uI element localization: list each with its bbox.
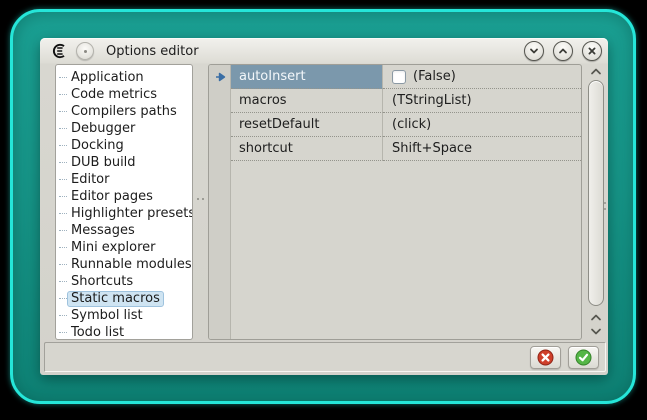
property-value[interactable]: (TStringList) [383,89,581,113]
sidebar-item-editor[interactable]: Editor [56,171,192,188]
cancel-button[interactable] [530,346,561,369]
close-button[interactable] [582,41,602,61]
scroll-up-button[interactable] [586,64,606,78]
sidebar-item-editor-pages[interactable]: Editor pages [56,188,192,205]
property-row-shortcut[interactable]: shortcut Shift+Space [209,137,581,161]
sidebar-item-label: Symbol list [71,307,143,324]
sidebar-item-dub-build[interactable]: DUB build [56,154,192,171]
sidebar-item-docking[interactable]: Docking [56,137,192,154]
property-value[interactable]: Shift+Space [383,137,581,161]
scroll-down-button[interactable] [586,324,606,338]
sidebar-item-debugger[interactable]: Debugger [56,120,192,137]
splitter-handle[interactable] [194,64,207,340]
chevron-up-icon [590,313,602,322]
coedit-logo-icon [50,42,68,60]
chevron-up-icon [557,45,569,57]
property-value-text: (False) [413,69,456,84]
row-gutter-cell [209,89,231,113]
sidebar-item-code-metrics[interactable]: Code metrics [56,86,192,103]
property-name[interactable]: resetDefault [231,113,383,137]
selected-row-arrow-icon [215,72,226,82]
sidebar-item-label: Debugger [71,120,135,137]
sidebar-item-todo-list[interactable]: Todo list [56,324,192,340]
options-editor-window: Options editor Application Code metrics … [40,38,608,375]
property-name[interactable]: autoInsert [231,65,383,89]
sidebar-item-label: DUB build [71,154,136,171]
sidebar-item-highlighter-presets[interactable]: Highlighter presets [56,205,192,222]
property-grid: autoInsert (False) macros (TStringList) … [208,64,582,340]
category-list: Application Code metrics Compilers paths… [55,64,193,340]
row-gutter-cell [209,137,231,161]
property-row-resetdefault[interactable]: resetDefault (click) [209,113,581,137]
sidebar-item-shortcuts[interactable]: Shortcuts [56,273,192,290]
sidebar-item-label: Mini explorer [71,239,156,256]
sidebar-item-label: Static macros [67,291,164,307]
property-value-text: Shift+Space [392,141,472,156]
sidebar-item-label: Application [71,69,144,86]
sidebar-item-application[interactable]: Application [56,69,192,86]
property-row-autoinsert[interactable]: autoInsert (False) [209,65,581,89]
row-gutter-cell [209,65,231,89]
sidebar-item-label: Highlighter presets [71,205,193,222]
property-name[interactable]: macros [231,89,383,113]
desktop-background: Options editor Application Code metrics … [0,0,647,420]
chevron-down-icon [590,327,602,336]
property-value[interactable]: (False) [383,65,581,89]
property-value[interactable]: (click) [383,113,581,137]
sidebar-item-static-macros[interactable]: Static macros [56,290,192,307]
sidebar-item-runnable-modules[interactable]: Runnable modules [56,256,192,273]
property-row-macros[interactable]: macros (TStringList) [209,89,581,113]
titlebar[interactable]: Options editor [40,38,608,64]
splitter-grip-icon [197,198,204,201]
property-value-text: (click) [392,117,431,132]
sidebar-item-compilers-paths[interactable]: Compilers paths [56,103,192,120]
sidebar-item-label: Editor [71,171,109,188]
red-cross-circle-icon [537,349,554,366]
window-title: Options editor [106,44,199,59]
maximize-button[interactable] [553,41,573,61]
sidebar-item-label: Editor pages [71,188,153,205]
chevron-up-icon [590,67,602,76]
sidebar-item-label: Shortcuts [71,273,133,290]
sidebar-item-label: Runnable modules [71,256,192,273]
ok-button[interactable] [568,346,599,369]
window-resize-grip[interactable] [603,202,607,210]
scrollbar-thumb[interactable] [588,80,604,306]
sidebar-item-mini-explorer[interactable]: Mini explorer [56,239,192,256]
sidebar-item-label: Docking [71,137,124,154]
scroll-up-button-bottom[interactable] [586,310,606,324]
row-gutter-cell [209,113,231,137]
menu-dot-icon [84,50,87,53]
property-value-text: (TStringList) [392,93,472,108]
sidebar-item-messages[interactable]: Messages [56,222,192,239]
checkbox-unchecked[interactable] [392,70,406,84]
sidebar-item-label: Code metrics [71,86,157,103]
minimize-button[interactable] [524,41,544,61]
close-icon [586,45,598,57]
sidebar-item-label: Compilers paths [71,103,177,120]
sidebar-item-symbol-list[interactable]: Symbol list [56,307,192,324]
chevron-down-icon [528,45,540,57]
footer-bar [44,342,606,372]
green-check-circle-icon [575,349,592,366]
sidebar-item-label: Todo list [71,324,124,340]
sidebar-item-label: Messages [71,222,135,239]
property-name[interactable]: shortcut [231,137,383,161]
window-menu-button[interactable] [76,42,94,60]
